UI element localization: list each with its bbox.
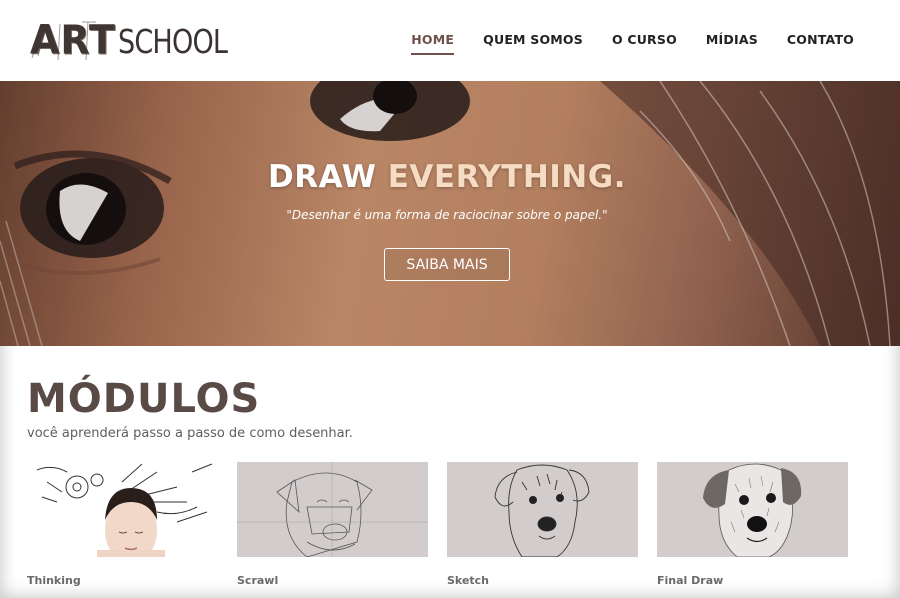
site-header: ART SCHOOL HOME QUEM SOMOS O CURSO MÍDIA… [0, 0, 900, 81]
final-draw-image[interactable] [657, 462, 848, 557]
hero-banner: DRAW EVERYTHING. "Desenhar é uma forma d… [0, 81, 900, 346]
hero-title-accent: EVERYTHING. [387, 159, 626, 195]
nav-contato[interactable]: CONTATO [787, 32, 854, 55]
modules-subtitle: você aprenderá passo a passo de como des… [27, 426, 353, 441]
thinking-image[interactable] [27, 462, 218, 557]
hero-title: DRAW EVERYTHING. [0, 159, 894, 195]
saiba-mais-button[interactable]: SAIBA MAIS [384, 248, 510, 281]
nav-midias[interactable]: MÍDIAS [706, 32, 758, 55]
card-label: Scrawl [237, 574, 279, 587]
module-card-final-draw[interactable]: Final Draw [657, 462, 848, 587]
card-label: Sketch [447, 574, 490, 587]
card-label: Thinking [27, 574, 81, 587]
nav-o-curso[interactable]: O CURSO [612, 32, 677, 55]
nav-quem-somos[interactable]: QUEM SOMOS [483, 32, 583, 55]
page: ART SCHOOL HOME QUEM SOMOS O CURSO MÍDIA… [0, 0, 900, 598]
module-card-scrawl[interactable]: Scrawl [237, 462, 428, 587]
card-label: Final Draw [657, 574, 724, 587]
logo-brush-strokes-icon [31, 21, 96, 61]
module-card-sketch[interactable]: Sketch [447, 462, 638, 587]
scrawl-image[interactable] [237, 462, 428, 557]
logo-school-text: SCHOOL [117, 22, 228, 61]
module-card-thinking[interactable]: Thinking [27, 462, 218, 587]
nav-home[interactable]: HOME [411, 32, 455, 55]
hero-title-part1: DRAW [268, 159, 377, 195]
sketch-image[interactable] [447, 462, 638, 557]
modules-title: MÓDULOS [27, 376, 261, 422]
hero-quote: "Desenhar é uma forma de raciocinar sobr… [286, 208, 608, 222]
main-nav: HOME QUEM SOMOS O CURSO MÍDIAS CONTATO [411, 32, 854, 55]
